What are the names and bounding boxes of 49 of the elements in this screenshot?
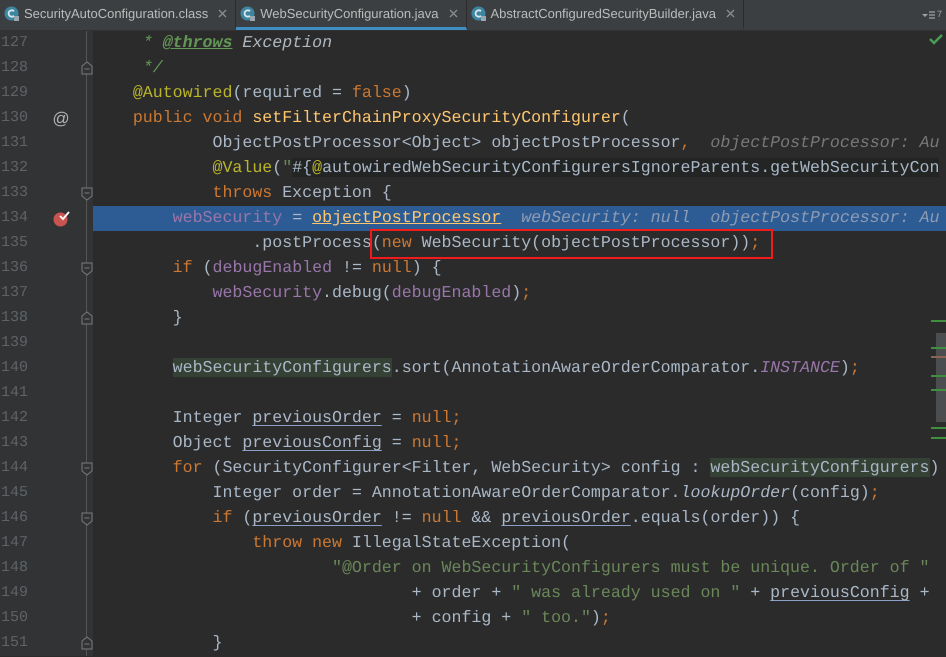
code-line: webSecurityConfigurers.sort(AnnotationAwareOrderComparator.INSTANCE); — [172, 357, 860, 380]
code-line: @Value("#{@autowiredWebSecurityConfigurersIgnoreParents.getWebSecurityCon — [212, 157, 940, 180]
code-line: if (debugEnabled != null) { — [172, 257, 442, 280]
code-line: Object previousConfig = null; — [172, 432, 462, 454]
code-line: Integer previousOrder = null; — [172, 407, 462, 430]
close-icon[interactable] — [218, 9, 228, 18]
editor-tab[interactable]: WebSecurityConfiguration.java — [236, 0, 467, 30]
code-line: * @throws Exception — [142, 32, 332, 54]
code-line: webSecurity.debug(debugEnabled); — [212, 282, 532, 304]
editor-tab[interactable]: AbstractConfiguredSecurityBuilder.java — [466, 0, 744, 30]
code-line: } — [172, 307, 183, 330]
code-line: for (SecurityConfigurer<Filter, WebSecurity> config : webSecurityConfigurers) — [172, 457, 940, 480]
close-icon[interactable] — [448, 9, 458, 18]
code-line: @Autowired(required = false) — [132, 82, 412, 104]
injection-marker[interactable]: @ — [52, 106, 70, 132]
fold-marker-icon[interactable] — [81, 262, 93, 276]
fold-marker-icon[interactable] — [81, 462, 93, 476]
code-line: } — [212, 632, 222, 654]
class-file-icon — [4, 6, 20, 22]
class-file-icon — [470, 6, 487, 22]
code-line: ObjectPostProcessor<Object> objectPostProcessor, — [212, 132, 690, 154]
code-line: if (previousOrder != null && previousOrder.equals(order)) { — [212, 507, 800, 530]
tab-list-icon[interactable] — [922, 10, 936, 20]
breakpoint-icon[interactable] — [52, 210, 70, 227]
inspection-ok-icon[interactable] — [929, 33, 943, 45]
fold-marker-icon[interactable] — [81, 311, 93, 325]
close-icon[interactable] — [726, 9, 735, 18]
code-line: */ — [142, 57, 163, 80]
tab-label: WebSecurityConfiguration.java — [260, 4, 439, 23]
class-file-icon — [240, 6, 256, 22]
code-line: public void setFilterChainProxySecurityConfigurer( — [132, 107, 631, 130]
fold-marker-icon[interactable] — [81, 187, 93, 201]
fold-marker-icon[interactable] — [81, 512, 93, 526]
code-line: throws Exception { — [212, 182, 392, 204]
code-line: + config + " too."); — [410, 607, 611, 630]
code-line: webSecurity = objectPostProcessor — [172, 207, 502, 230]
fold-marker-icon[interactable] — [81, 636, 93, 650]
code-line: "@Order on WebSecurityConfigurers must be unique. Order of " — [331, 557, 930, 580]
fold-marker-icon[interactable] — [81, 61, 93, 75]
code-line: .postProcess(new WebSecurity(objectPostProcessor)); — [93, 231, 760, 256]
inline-hint: objectPostProcessor: Au — [710, 132, 940, 154]
tab-label: AbstractConfiguredSecurityBuilder.java — [490, 4, 716, 23]
code-line: throw new IllegalStateException( — [251, 532, 571, 554]
tab-label: SecurityAutoConfiguration.class — [24, 4, 208, 23]
hidden-tabs-count: 7 — [936, 8, 942, 22]
inline-hint: webSecurity: null — [521, 207, 691, 230]
code-line: + order + " was already used on " + previousConfig + — [410, 582, 930, 604]
inline-hint: objectPostProcessor: Au — [710, 207, 940, 230]
code-line: Integer order = AnnotationAwareOrderComparator.lookupOrder(config); — [212, 482, 880, 504]
